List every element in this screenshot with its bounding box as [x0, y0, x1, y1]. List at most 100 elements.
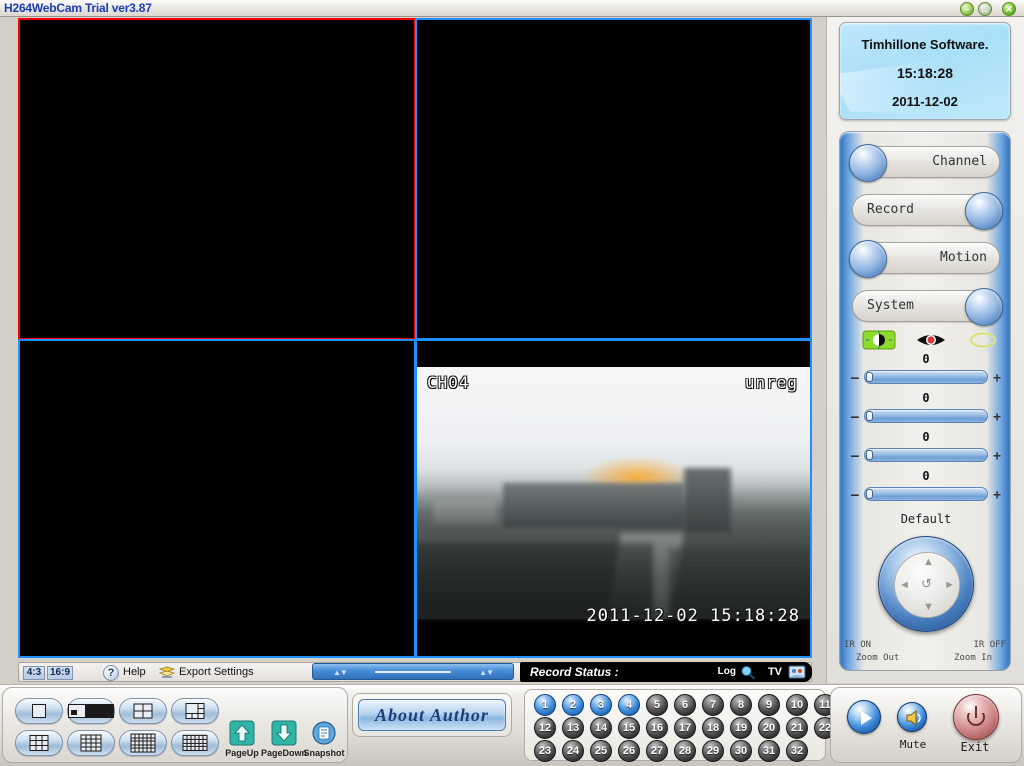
video-pane-3[interactable]	[18, 339, 416, 658]
close-button[interactable]: ✕	[1002, 2, 1016, 16]
channel-button-8[interactable]: 8	[730, 694, 752, 716]
zoom-in-label[interactable]: Zoom In	[954, 653, 992, 663]
exit-button[interactable]	[953, 694, 999, 740]
slider-plus-4[interactable]: +	[993, 488, 1001, 503]
motion-button[interactable]: Motion	[849, 240, 1000, 278]
ptz-up-icon[interactable]: ▲	[923, 557, 934, 568]
video-pane-2[interactable]	[415, 18, 812, 340]
layout-button-1[interactable]	[15, 698, 63, 724]
channel-button-23[interactable]: 23	[534, 740, 556, 762]
layout-button-pip[interactable]	[67, 698, 115, 724]
channel-button-4[interactable]: 4	[618, 694, 640, 716]
scroll-thumb[interactable]	[375, 671, 451, 673]
scroll-right-arrows[interactable]: ▲▼	[479, 668, 494, 677]
channel-button-16[interactable]: 16	[646, 717, 668, 739]
layout-button-4[interactable]	[119, 698, 167, 724]
zoom-out-label[interactable]: Zoom Out	[856, 653, 899, 663]
layout-button-16[interactable]	[119, 730, 167, 756]
channel-button-10[interactable]: 10	[786, 694, 808, 716]
help-icon[interactable]: ?	[103, 665, 119, 681]
channel-button-9[interactable]: 9	[758, 694, 780, 716]
hue-ring-icon[interactable]	[966, 330, 1000, 350]
brightness-icon[interactable]	[862, 330, 896, 350]
about-author-button[interactable]: About Author	[358, 699, 506, 731]
channel-button-28[interactable]: 28	[674, 740, 696, 762]
channel-button-13[interactable]: 13	[562, 717, 584, 739]
ptz-center-icon[interactable]: ↺	[921, 577, 932, 590]
channel-button-3[interactable]: 3	[590, 694, 612, 716]
channel-button-29[interactable]: 29	[702, 740, 724, 762]
ptz-inner-pad[interactable]: ▲ ▼ ◄ ► ↺	[894, 552, 960, 618]
channel-button-14[interactable]: 14	[590, 717, 612, 739]
channel-button-31[interactable]: 31	[758, 740, 780, 762]
system-button[interactable]: System	[852, 288, 1003, 326]
ptz-left-icon[interactable]: ◄	[899, 580, 910, 591]
channel-button-27[interactable]: 27	[646, 740, 668, 762]
ptz-down-icon[interactable]: ▼	[923, 602, 934, 613]
channel-button-7[interactable]: 7	[702, 694, 724, 716]
channel-button-17[interactable]: 17	[674, 717, 696, 739]
layout-button-9[interactable]	[67, 730, 115, 756]
slider-thumb-1[interactable]	[866, 372, 873, 382]
slider-minus-2[interactable]: –	[851, 410, 859, 425]
slider-plus-1[interactable]: +	[993, 371, 1001, 386]
slider-track-4[interactable]	[864, 487, 988, 501]
video-pane-1[interactable]	[18, 18, 416, 340]
motion-knob[interactable]	[849, 240, 887, 278]
channel-button-6[interactable]: 6	[674, 694, 696, 716]
slider-minus-1[interactable]: –	[851, 371, 859, 386]
channel-button[interactable]: Channel	[849, 144, 1000, 182]
pagedown-button[interactable]	[271, 720, 297, 746]
pageup-button[interactable]	[229, 720, 255, 746]
channel-button-5[interactable]: 5	[646, 694, 668, 716]
export-settings-label[interactable]: Export Settings	[179, 666, 254, 678]
channel-button-21[interactable]: 21	[786, 717, 808, 739]
default-button[interactable]: Default	[840, 512, 1012, 526]
ir-off-label[interactable]: IR OFF	[973, 640, 1006, 650]
log-label[interactable]: Log	[718, 666, 736, 677]
channel-button-20[interactable]: 20	[758, 717, 780, 739]
slider-thumb-2[interactable]	[866, 411, 873, 421]
mute-button[interactable]	[897, 702, 927, 732]
tv-label[interactable]: TV	[768, 666, 782, 678]
slider-row-2[interactable]: 0 – +	[850, 391, 1002, 432]
slider-row-4[interactable]: 0 – +	[850, 469, 1002, 510]
slider-minus-4[interactable]: –	[851, 488, 859, 503]
channel-button-32[interactable]: 32	[786, 740, 808, 762]
record-knob[interactable]	[965, 192, 1003, 230]
slider-thumb-3[interactable]	[866, 450, 873, 460]
channel-button-30[interactable]: 30	[730, 740, 752, 762]
aspect-ratio-4-3-button[interactable]: 4:3	[23, 666, 45, 680]
ir-on-label[interactable]: IR ON	[844, 640, 871, 650]
channel-button-12[interactable]: 12	[534, 717, 556, 739]
channel-knob[interactable]	[849, 144, 887, 182]
slider-thumb-4[interactable]	[866, 489, 873, 499]
ptz-dial[interactable]: ▲ ▼ ◄ ► ↺	[878, 536, 974, 632]
slider-track-2[interactable]	[864, 409, 988, 423]
slider-track-3[interactable]	[864, 448, 988, 462]
maximize-button[interactable]: □	[978, 2, 992, 16]
channel-button-26[interactable]: 26	[618, 740, 640, 762]
channel-button-18[interactable]: 18	[702, 717, 724, 739]
slider-track-1[interactable]	[864, 370, 988, 384]
channel-button-25[interactable]: 25	[590, 740, 612, 762]
system-knob[interactable]	[965, 288, 1003, 326]
slider-row-1[interactable]: 0 – +	[850, 352, 1002, 393]
horizontal-scrollbar[interactable]: ▲▼ ▲▼	[312, 663, 514, 680]
video-pane-4[interactable]: CH04 unreg 2011-12-02 15:18:28	[415, 339, 812, 658]
scroll-left-arrows[interactable]: ▲▼	[333, 668, 348, 677]
minimize-button[interactable]: –	[960, 2, 974, 16]
help-label[interactable]: Help	[123, 666, 146, 678]
ptz-right-icon[interactable]: ►	[944, 580, 955, 591]
slider-minus-3[interactable]: –	[851, 449, 859, 464]
channel-button-19[interactable]: 19	[730, 717, 752, 739]
aspect-ratio-16-9-button[interactable]: 16:9	[47, 666, 73, 680]
slider-plus-2[interactable]: +	[993, 410, 1001, 425]
snapshot-button[interactable]	[311, 720, 337, 746]
slider-row-3[interactable]: 0 – +	[850, 430, 1002, 471]
layout-button-6[interactable]	[171, 698, 219, 724]
magnifier-icon[interactable]	[740, 665, 756, 679]
channel-button-1[interactable]: 1	[534, 694, 556, 716]
layout-button-8[interactable]	[15, 730, 63, 756]
slider-plus-3[interactable]: +	[993, 449, 1001, 464]
